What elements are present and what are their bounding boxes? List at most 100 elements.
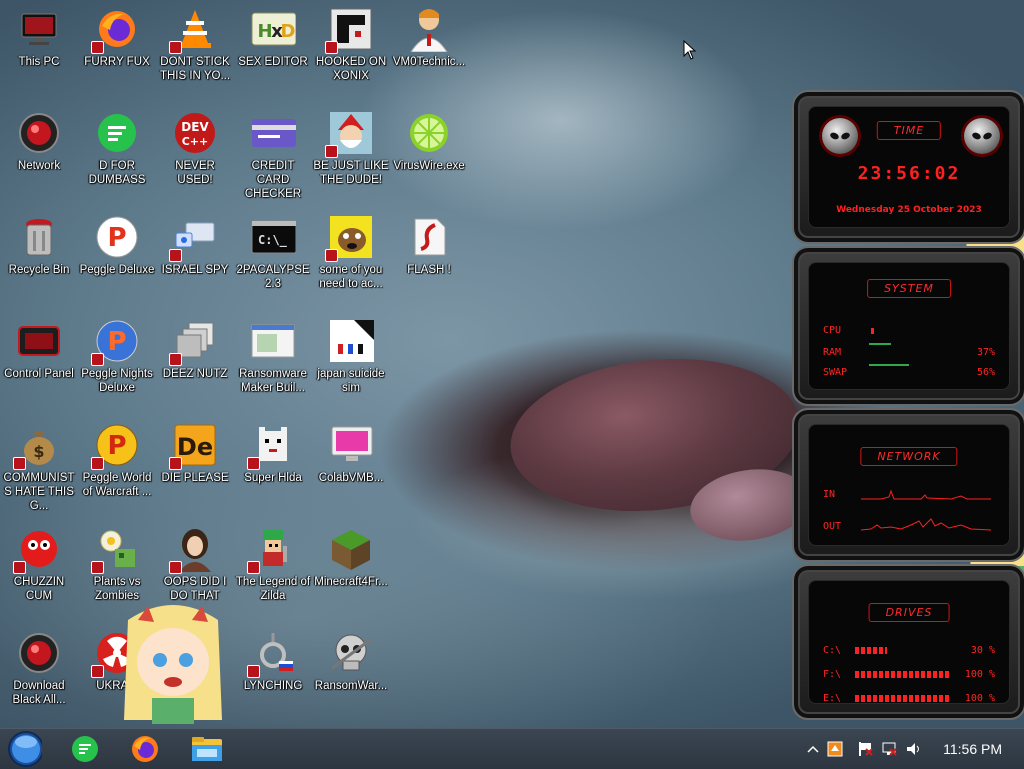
monitor-pink-icon <box>328 422 374 468</box>
japan-sim-icon <box>328 318 374 364</box>
drive-c-bar <box>855 647 887 654</box>
desktop-icon-dont-stick[interactable]: DONT STICK THIS IN YO... <box>156 0 234 100</box>
desktop-icon-ransomwar[interactable]: RansomWar... <box>312 624 390 724</box>
desktop-icon-ransomware-maker[interactable]: Ransomware Maker Buil... <box>234 312 312 412</box>
taskbar-app-chat[interactable] <box>68 732 102 766</box>
svg-text:DEV: DEV <box>181 120 209 134</box>
green-chat-icon <box>94 110 140 156</box>
desktop-icon-peggle-wow[interactable]: P Peggle World of Warcraft ... <box>78 416 156 516</box>
system-panel[interactable]: SYSTEM CPU RAM 37% SWAP 56% <box>792 246 1024 406</box>
desktop-icon-colabvmb[interactable]: ColabVMB... <box>312 416 390 516</box>
santa-icon <box>325 110 374 158</box>
shortcut-badge-icon <box>169 249 182 262</box>
desktop-icon-recycle-bin[interactable]: Recycle Bin <box>0 208 78 308</box>
swap-label: SWAP <box>823 367 848 378</box>
desktop-icon-furry-fux[interactable]: FURRY FUX <box>78 0 156 100</box>
time-panel[interactable]: TIME 23:56:02 Wednesday 25 October 2023 <box>792 90 1024 244</box>
tray-notification-button[interactable] <box>826 740 844 758</box>
svg-text:C++: C++ <box>182 135 209 148</box>
shortcut-badge-icon <box>247 561 260 574</box>
desktop-icon-2pacalypse[interactable]: C:\_ 2PACALYPSE 2.3 <box>234 208 312 308</box>
recycle-bin-icon <box>16 214 62 260</box>
desktop-icon-hooked-on-xonix[interactable]: HOOKED ON XONIX <box>312 0 390 100</box>
desktop-icon-flash[interactable]: FLASH ! <box>390 208 468 308</box>
pvz-icon <box>91 526 140 574</box>
alien-head-icon <box>822 118 858 154</box>
shortcut-badge-icon <box>91 41 104 54</box>
cpu-meter <box>871 328 874 334</box>
desktop-icon-oops[interactable]: OOPS DID I DO THAT <box>156 520 234 620</box>
desktop-icon-lynching[interactable]: LYNCHING <box>234 624 312 724</box>
tray-network-button[interactable] <box>880 740 898 758</box>
desktop-icon-some-of-you[interactable]: some of you need to ac... <box>312 208 390 308</box>
desktop-icon-never-used[interactable]: DEV C++ NEVER USED! <box>156 104 234 204</box>
taskbar-clock[interactable]: 11:56 PM <box>943 741 1002 757</box>
system-row-ram: RAM 37% <box>823 347 995 358</box>
desktop-icon-plants-vs-zombies[interactable]: Plants vs Zombies <box>78 520 156 620</box>
system-panel-title: SYSTEM <box>867 279 951 298</box>
doctor-icon <box>406 6 452 52</box>
net-out-graph <box>861 518 991 531</box>
portrait-icon <box>169 526 218 574</box>
desktop-icon-ukra[interactable]: UKRA... <box>78 624 156 724</box>
vlc-cone-icon <box>169 6 218 54</box>
drive-e-bar <box>855 695 951 702</box>
shortcut-badge-icon <box>325 249 338 262</box>
shortcut-badge-icon <box>91 665 104 678</box>
network-panel[interactable]: NETWORK IN OUT <box>792 408 1024 562</box>
file-explorer-icon <box>192 737 222 761</box>
desktop-icon-peggle-deluxe[interactable]: P Peggle Deluxe <box>78 208 156 308</box>
devcpp-icon: DEV C++ <box>172 110 218 156</box>
desktop-icon-be-just-like-the-dude[interactable]: BE JUST LIKE THE DUDE! <box>312 104 390 204</box>
desktop-icon-peggle-nights[interactable]: P Peggle Nights Deluxe <box>78 312 156 412</box>
time-date: Wednesday 25 October 2023 <box>836 205 982 215</box>
chuzzle-icon <box>13 526 62 574</box>
taskbar-app-firefox[interactable] <box>128 732 162 766</box>
swap-value: 56% <box>976 367 995 378</box>
desktop-icon-this-pc[interactable]: This PC <box>0 0 78 100</box>
drives-panel[interactable]: DRIVES C:\ 30 % F:\ 100 % E:\ 100 % <box>792 564 1024 720</box>
desktop-icon-super-hlda[interactable]: Super Hlda <box>234 416 312 516</box>
show-hidden-icons-button[interactable] <box>804 740 822 758</box>
red-orb-icon <box>16 110 62 156</box>
tray-flag-button[interactable] <box>856 740 874 758</box>
desktop-icon-viruswire[interactable]: VirusWire.exe <box>390 104 468 204</box>
ram-meter <box>869 343 891 345</box>
cpu-label: CPU <box>823 325 842 336</box>
flash-icon <box>406 214 452 260</box>
chevron-up-icon <box>807 745 819 753</box>
desktop-icon-israel-spy[interactable]: ISRAEL SPY <box>156 208 234 308</box>
desktop-icon-download-black[interactable]: Download Black All... <box>0 624 78 724</box>
system-monitor-gadget: TIME 23:56:02 Wednesday 25 October 2023 … <box>792 90 1024 720</box>
desktop-icon-die-please[interactable]: De DIE PLEASE <box>156 416 234 516</box>
scooby-icon <box>325 214 374 262</box>
tray-volume-button[interactable] <box>904 740 922 758</box>
drives-panel-screen: DRIVES C:\ 30 % F:\ 100 % E:\ 100 % <box>808 580 1010 704</box>
network-icon <box>882 742 897 756</box>
drive-c-value: 30 % <box>970 645 995 656</box>
shortcut-badge-icon <box>13 561 26 574</box>
taskbar-app-file-explorer[interactable] <box>190 732 224 766</box>
desktop-icon-minecraft[interactable]: Minecraft4Fr... <box>312 520 390 620</box>
shortcut-badge-icon <box>247 457 260 470</box>
xonix-icon <box>325 6 374 54</box>
firefox-icon <box>91 6 140 54</box>
hex-editor-icon: HxD <box>250 6 296 52</box>
desktop-icon-d-for-dumbass[interactable]: D FOR DUMBASS <box>78 104 156 204</box>
desktop-icon-network[interactable]: Network <box>0 104 78 204</box>
desktop-icon-control-panel[interactable]: Control Panel <box>0 312 78 412</box>
lime-icon <box>406 110 452 156</box>
peggle-wow-icon: P <box>91 422 140 470</box>
desktop-icon-vm0technic[interactable]: VM0Technic... <box>390 0 468 100</box>
desktop-icon-japan-suicide-sim[interactable]: japan suicide sim <box>312 312 390 412</box>
desktop-icon-credit-card-checker[interactable]: CREDIT CARD CHECKER <box>234 104 312 204</box>
desktop-icon-chuzzin[interactable]: CHUZZIN CUM <box>0 520 78 620</box>
start-button[interactable] <box>8 731 42 767</box>
desktop-icon-sex-editor[interactable]: HxD SEX EDITOR <box>234 0 312 100</box>
drive-f-bar <box>855 671 951 678</box>
desktop-icon-legend-of-zilda[interactable]: The Legend of Zilda <box>234 520 312 620</box>
desktop-icon-deez-nutz[interactable]: DEEZ NUTZ <box>156 312 234 412</box>
taskbar: 11:56 PM <box>0 728 1024 769</box>
desktop-icon-communists[interactable]: $ COMMUNISTS HATE THIS G... <box>0 416 78 516</box>
firefox-icon <box>132 736 158 762</box>
